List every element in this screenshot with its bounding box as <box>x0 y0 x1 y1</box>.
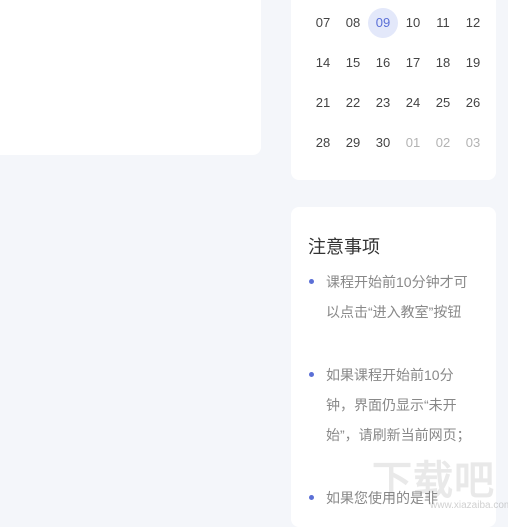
bullet-icon <box>309 279 314 284</box>
notes-card: 注意事项 课程开始前10分钟才可以点击“进入教室”按钮 如果课程开始前10分钟，… <box>291 207 496 527</box>
calendar-day[interactable]: 10 <box>398 8 428 38</box>
calendar-week-row: 14151617181920 <box>291 48 496 78</box>
calendar-day[interactable]: 18 <box>428 48 458 78</box>
calendar-day[interactable]: 07 <box>308 8 338 38</box>
bullet-icon <box>309 495 314 500</box>
calendar-week-row: 21222324252627 <box>291 88 496 118</box>
calendar-day[interactable]: 03 <box>458 128 488 158</box>
calendar-day[interactable]: 22 <box>338 88 368 118</box>
calendar-day[interactable]: 29 <box>338 128 368 158</box>
note-text: 课程开始前10分钟才可以点击“进入教室”按钮 <box>326 274 468 320</box>
calendar-week-row: 07080910111213 <box>291 8 496 38</box>
note-item: 课程开始前10分钟才可以点击“进入教室”按钮 <box>309 267 476 327</box>
note-text: 如果课程开始前10分钟，界面仍显示“未开始”，请刷新当前网页； <box>326 367 471 443</box>
calendar-day[interactable]: 19 <box>458 48 488 78</box>
calendar-day[interactable]: 13 <box>488 8 497 38</box>
calendar-day[interactable]: 02 <box>428 128 458 158</box>
calendar-day[interactable]: 09 <box>368 8 398 38</box>
calendar-day[interactable]: 01 <box>398 128 428 158</box>
calendar-day[interactable]: 14 <box>308 48 338 78</box>
calendar-day[interactable]: 16 <box>368 48 398 78</box>
note-text: 如果您使用的是非 <box>326 490 438 506</box>
calendar-day[interactable]: 30 <box>368 128 398 158</box>
calendar-day[interactable]: 27 <box>488 88 497 118</box>
calendar-day[interactable]: 12 <box>458 8 488 38</box>
calendar-week-row: 28293001020304 <box>291 128 496 158</box>
notes-title: 注意事项 <box>308 237 380 257</box>
calendar-day[interactable]: 20 <box>488 48 497 78</box>
calendar-day[interactable]: 25 <box>428 88 458 118</box>
calendar-day[interactable]: 04 <box>488 128 497 158</box>
bullet-icon <box>309 372 314 377</box>
calendar-day[interactable]: 28 <box>308 128 338 158</box>
note-item: 如果您使用的是非 <box>309 483 476 513</box>
calendar-day[interactable]: 08 <box>338 8 368 38</box>
calendar-day[interactable]: 11 <box>428 8 458 38</box>
calendar-day[interactable]: 23 <box>368 88 398 118</box>
calendar-day[interactable]: 26 <box>458 88 488 118</box>
calendar-day[interactable]: 17 <box>398 48 428 78</box>
note-item: 如果课程开始前10分钟，界面仍显示“未开始”，请刷新当前网页； <box>309 360 476 450</box>
content-card <box>0 0 261 155</box>
calendar-card: 07080910111213 14151617181920 212223242526… <box>291 0 496 180</box>
calendar-day[interactable]: 21 <box>308 88 338 118</box>
calendar-day[interactable]: 24 <box>398 88 428 118</box>
calendar-day[interactable]: 15 <box>338 48 368 78</box>
